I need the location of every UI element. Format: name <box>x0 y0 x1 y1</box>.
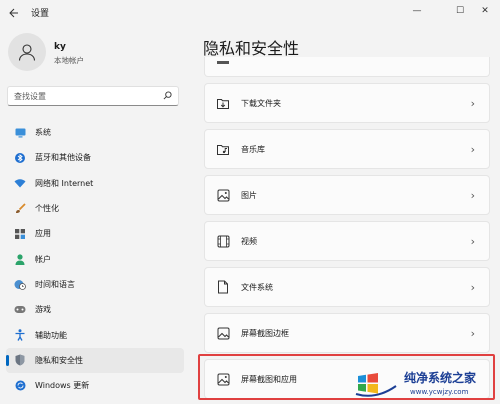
globe-clock-icon <box>14 278 26 290</box>
settings-item-pictures[interactable]: 图片 › <box>204 175 490 215</box>
settings-item-file-system[interactable]: 文件系统 › <box>204 267 490 307</box>
music-folder-icon <box>215 141 231 157</box>
bluetooth-icon <box>14 152 26 164</box>
close-icon: ✕ <box>481 6 489 16</box>
person-icon <box>14 253 26 265</box>
windows-logo-icon <box>355 373 397 397</box>
minimize-button[interactable]: — <box>402 0 432 22</box>
chevron-right-icon: › <box>470 188 475 202</box>
account-type: 本地帐户 <box>54 56 84 65</box>
gamepad-icon <box>14 304 26 316</box>
sidebar-item-apps[interactable]: 应用 <box>6 221 184 246</box>
sidebar-item-bluetooth[interactable]: 蓝牙和其他设备 <box>6 145 184 170</box>
settings-item-label: 视频 <box>241 236 257 246</box>
minimize-icon: — <box>412 6 422 16</box>
avatar <box>8 33 46 71</box>
sidebar-item-gaming[interactable]: 游戏 <box>6 297 184 322</box>
watermark: 纯净系统之家 www.ycwjzy.com <box>354 364 500 404</box>
close-button[interactable]: ✕ <box>470 0 500 22</box>
update-icon <box>14 380 26 392</box>
apps-icon <box>14 228 26 240</box>
settings-item-music-library[interactable]: 音乐库 › <box>204 129 490 169</box>
app-title: 设置 <box>31 9 50 19</box>
settings-item-label: 下载文件夹 <box>241 98 281 108</box>
chevron-right-icon: › <box>470 142 475 156</box>
user-name: ky <box>54 42 66 52</box>
settings-item-label: 文件系统 <box>241 282 273 292</box>
watermark-title: 纯净系统之家 <box>404 371 477 385</box>
download-icon <box>215 95 231 111</box>
shield-icon <box>14 354 26 366</box>
sidebar-item-system[interactable]: 系统 <box>6 120 184 145</box>
settings-item-downloads[interactable]: 下载文件夹 › <box>204 83 490 123</box>
settings-window: 设置 — ☐ ✕ ky 本地帐户 查找设置 系统 蓝牙和其他设备 网络和 Int… <box>0 0 500 404</box>
chevron-right-icon: › <box>470 234 475 248</box>
wifi-icon <box>14 177 26 189</box>
sidebar-item-label: 时间和语言 <box>35 279 75 289</box>
sidebar-item-windows-update[interactable]: Windows 更新 <box>6 373 184 398</box>
back-button[interactable] <box>5 4 23 22</box>
video-icon <box>215 233 231 249</box>
user-profile[interactable]: ky 本地帐户 <box>8 33 178 73</box>
sidebar-item-network[interactable]: 网络和 Internet <box>6 171 184 196</box>
partial-item-icon <box>215 55 231 71</box>
sidebar-item-label: 帐户 <box>35 254 51 264</box>
chevron-right-icon: › <box>470 326 475 340</box>
sidebar-item-accounts[interactable]: 帐户 <box>6 246 184 271</box>
accessibility-icon <box>14 329 26 341</box>
search-icon[interactable] <box>163 91 172 103</box>
sidebar-item-label: Windows 更新 <box>35 381 90 391</box>
sidebar-item-label: 系统 <box>35 128 51 138</box>
settings-item-videos[interactable]: 视频 › <box>204 221 490 261</box>
brush-icon <box>14 203 26 215</box>
monitor-icon <box>14 127 26 139</box>
sidebar-item-accessibility[interactable]: 辅助功能 <box>6 322 184 347</box>
sidebar-item-label: 隐私和安全性 <box>35 355 83 365</box>
sidebar-item-time-language[interactable]: 时间和语言 <box>6 272 184 297</box>
settings-item-label: 图片 <box>241 190 257 200</box>
search-input[interactable] <box>8 91 156 101</box>
image-icon <box>215 187 231 203</box>
title-bar: 设置 — ☐ ✕ <box>0 0 500 26</box>
person-avatar-icon <box>18 44 36 61</box>
sidebar-item-label: 应用 <box>35 229 51 239</box>
settings-item-screenshot-borders[interactable]: 屏幕截图边框 › <box>204 313 490 353</box>
sidebar-item-label: 网络和 Internet <box>35 178 94 188</box>
chevron-right-icon: › <box>470 96 475 110</box>
search-box[interactable] <box>7 86 179 106</box>
sidebar-item-privacy-security[interactable]: 隐私和安全性 <box>6 347 184 373</box>
sidebar-nav: 系统 蓝牙和其他设备 网络和 Internet 个性化 应用 帐户 时间和语言 … <box>6 120 184 398</box>
sidebar-item-label: 蓝牙和其他设备 <box>35 153 91 163</box>
settings-item-label: 屏幕截图边框 <box>241 328 289 338</box>
settings-item-label: 音乐库 <box>241 144 265 154</box>
sidebar-item-personalization[interactable]: 个性化 <box>6 196 184 221</box>
back-arrow-icon <box>9 8 18 18</box>
sidebar-item-label: 游戏 <box>35 305 51 315</box>
watermark-url: www.ycwjzy.com <box>410 388 469 396</box>
maximize-icon: ☐ <box>455 6 465 16</box>
screenshot-icon <box>215 371 231 387</box>
sidebar-item-label: 个性化 <box>35 204 59 214</box>
file-icon <box>215 279 231 295</box>
sidebar-item-label: 辅助功能 <box>35 330 67 340</box>
partial-settings-card[interactable] <box>204 57 490 77</box>
screenshot-border-icon <box>215 325 231 341</box>
chevron-right-icon: › <box>470 280 475 294</box>
